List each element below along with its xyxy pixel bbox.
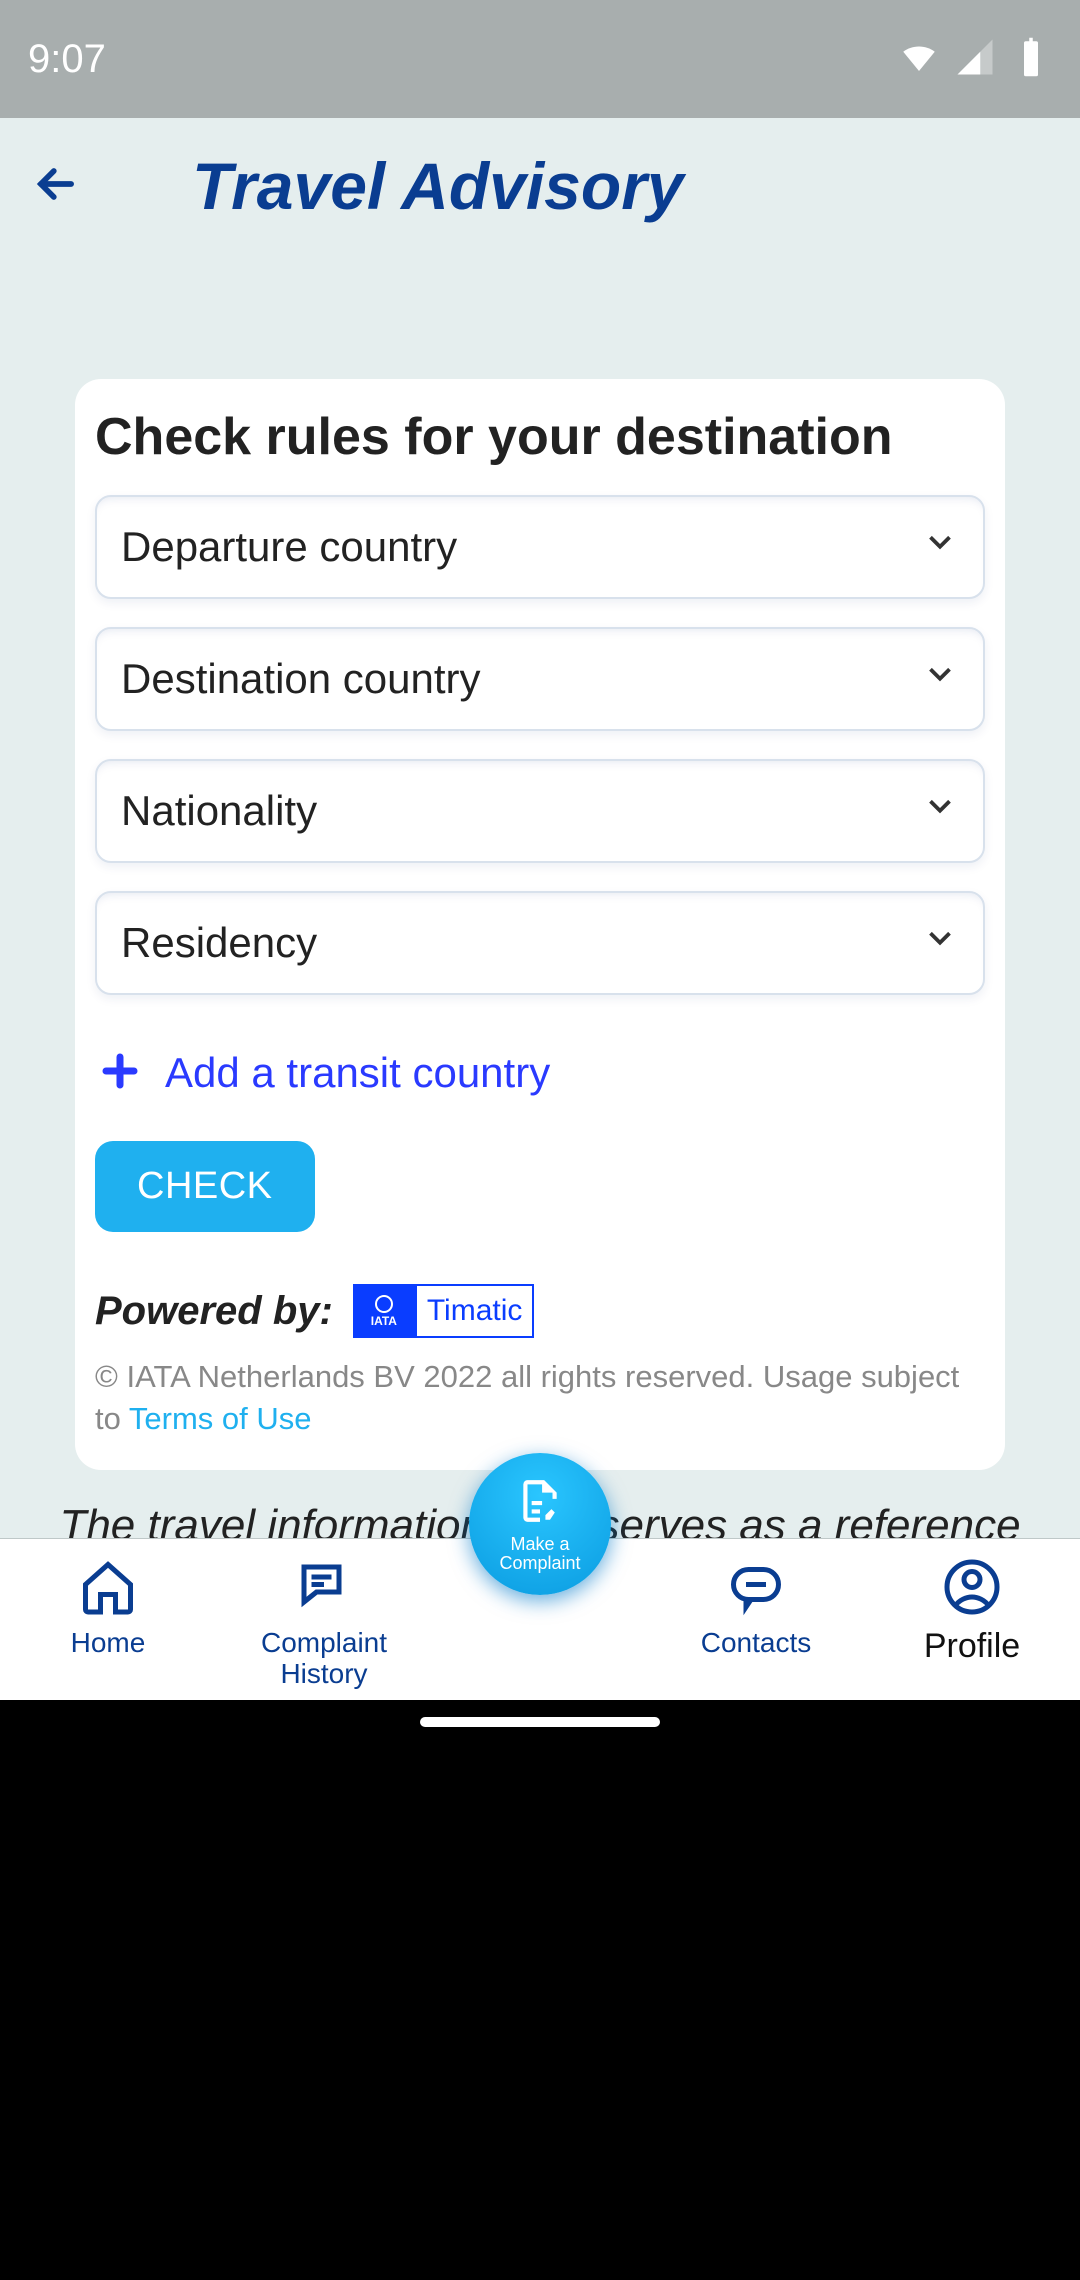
status-left: 9:07 xyxy=(28,37,150,82)
chevron-down-icon xyxy=(921,655,959,703)
check-button[interactable]: CHECK xyxy=(95,1141,315,1232)
battery-icon xyxy=(1010,36,1052,83)
tab-home[interactable]: Home xyxy=(23,1557,193,1659)
chat-lines-icon xyxy=(292,1557,356,1622)
fab-label: Make a Complaint xyxy=(469,1535,611,1573)
user-circle-icon xyxy=(940,1557,1004,1622)
chevron-down-icon xyxy=(921,787,959,835)
departure-country-select[interactable]: Departure country xyxy=(95,495,985,599)
app-screen: Travel Advisory Check rules for your des… xyxy=(0,118,1080,1538)
residency-label: Residency xyxy=(121,919,317,967)
tab-label: Complaint History xyxy=(239,1628,409,1690)
add-transit-country-button[interactable]: Add a transit country xyxy=(95,1023,985,1123)
system-nav-bar xyxy=(0,1700,1080,1744)
app-header: Travel Advisory xyxy=(0,118,1080,224)
powered-by-label: Powered by: xyxy=(95,1289,333,1334)
tab-label: Profile xyxy=(924,1628,1020,1665)
home-icon xyxy=(76,1557,140,1622)
powered-by-row: Powered by: IATA Timatic xyxy=(95,1284,985,1338)
rules-card: Check rules for your destination Departu… xyxy=(75,379,1005,1470)
residency-select[interactable]: Residency xyxy=(95,891,985,995)
chevron-down-icon xyxy=(921,523,959,571)
status-bar: 9:07 xyxy=(0,0,1080,118)
card-title: Check rules for your destination xyxy=(95,407,985,467)
signal-icon xyxy=(954,36,996,83)
make-complaint-fab[interactable]: Make a Complaint xyxy=(469,1453,611,1595)
bottom-tab-bar: Make a Complaint Home Complaint History … xyxy=(0,1538,1080,1700)
message-icon xyxy=(724,1557,788,1622)
home-pill[interactable] xyxy=(420,1717,660,1727)
iata-label: IATA xyxy=(371,1314,397,1328)
copyright-text: © IATA Netherlands BV 2022 all rights re… xyxy=(95,1356,985,1440)
tab-label: Home xyxy=(71,1628,146,1659)
wifi-icon xyxy=(898,36,940,83)
departure-label: Departure country xyxy=(121,523,457,571)
destination-label: Destination country xyxy=(121,655,481,703)
status-time: 9:07 xyxy=(28,37,106,82)
tab-complaint-history[interactable]: Complaint History xyxy=(239,1557,409,1690)
status-right xyxy=(898,36,1052,83)
chevron-down-icon xyxy=(921,919,959,967)
plus-icon xyxy=(99,1050,141,1097)
tab-profile[interactable]: Profile xyxy=(887,1557,1057,1665)
timatic-label: Timatic xyxy=(415,1284,535,1338)
terms-of-use-link[interactable]: Terms of Use xyxy=(129,1401,312,1436)
tab-label: Contacts xyxy=(701,1628,812,1659)
destination-country-select[interactable]: Destination country xyxy=(95,627,985,731)
nationality-label: Nationality xyxy=(121,787,317,835)
add-transit-label: Add a transit country xyxy=(165,1049,550,1097)
timatic-logo: IATA Timatic xyxy=(353,1284,535,1338)
back-arrow-icon[interactable] xyxy=(30,158,82,215)
tab-contacts[interactable]: Contacts xyxy=(671,1557,841,1659)
nationality-select[interactable]: Nationality xyxy=(95,759,985,863)
iata-logo-icon: IATA xyxy=(353,1284,415,1338)
document-edit-icon xyxy=(515,1476,565,1531)
page-title: Travel Advisory xyxy=(192,148,684,224)
